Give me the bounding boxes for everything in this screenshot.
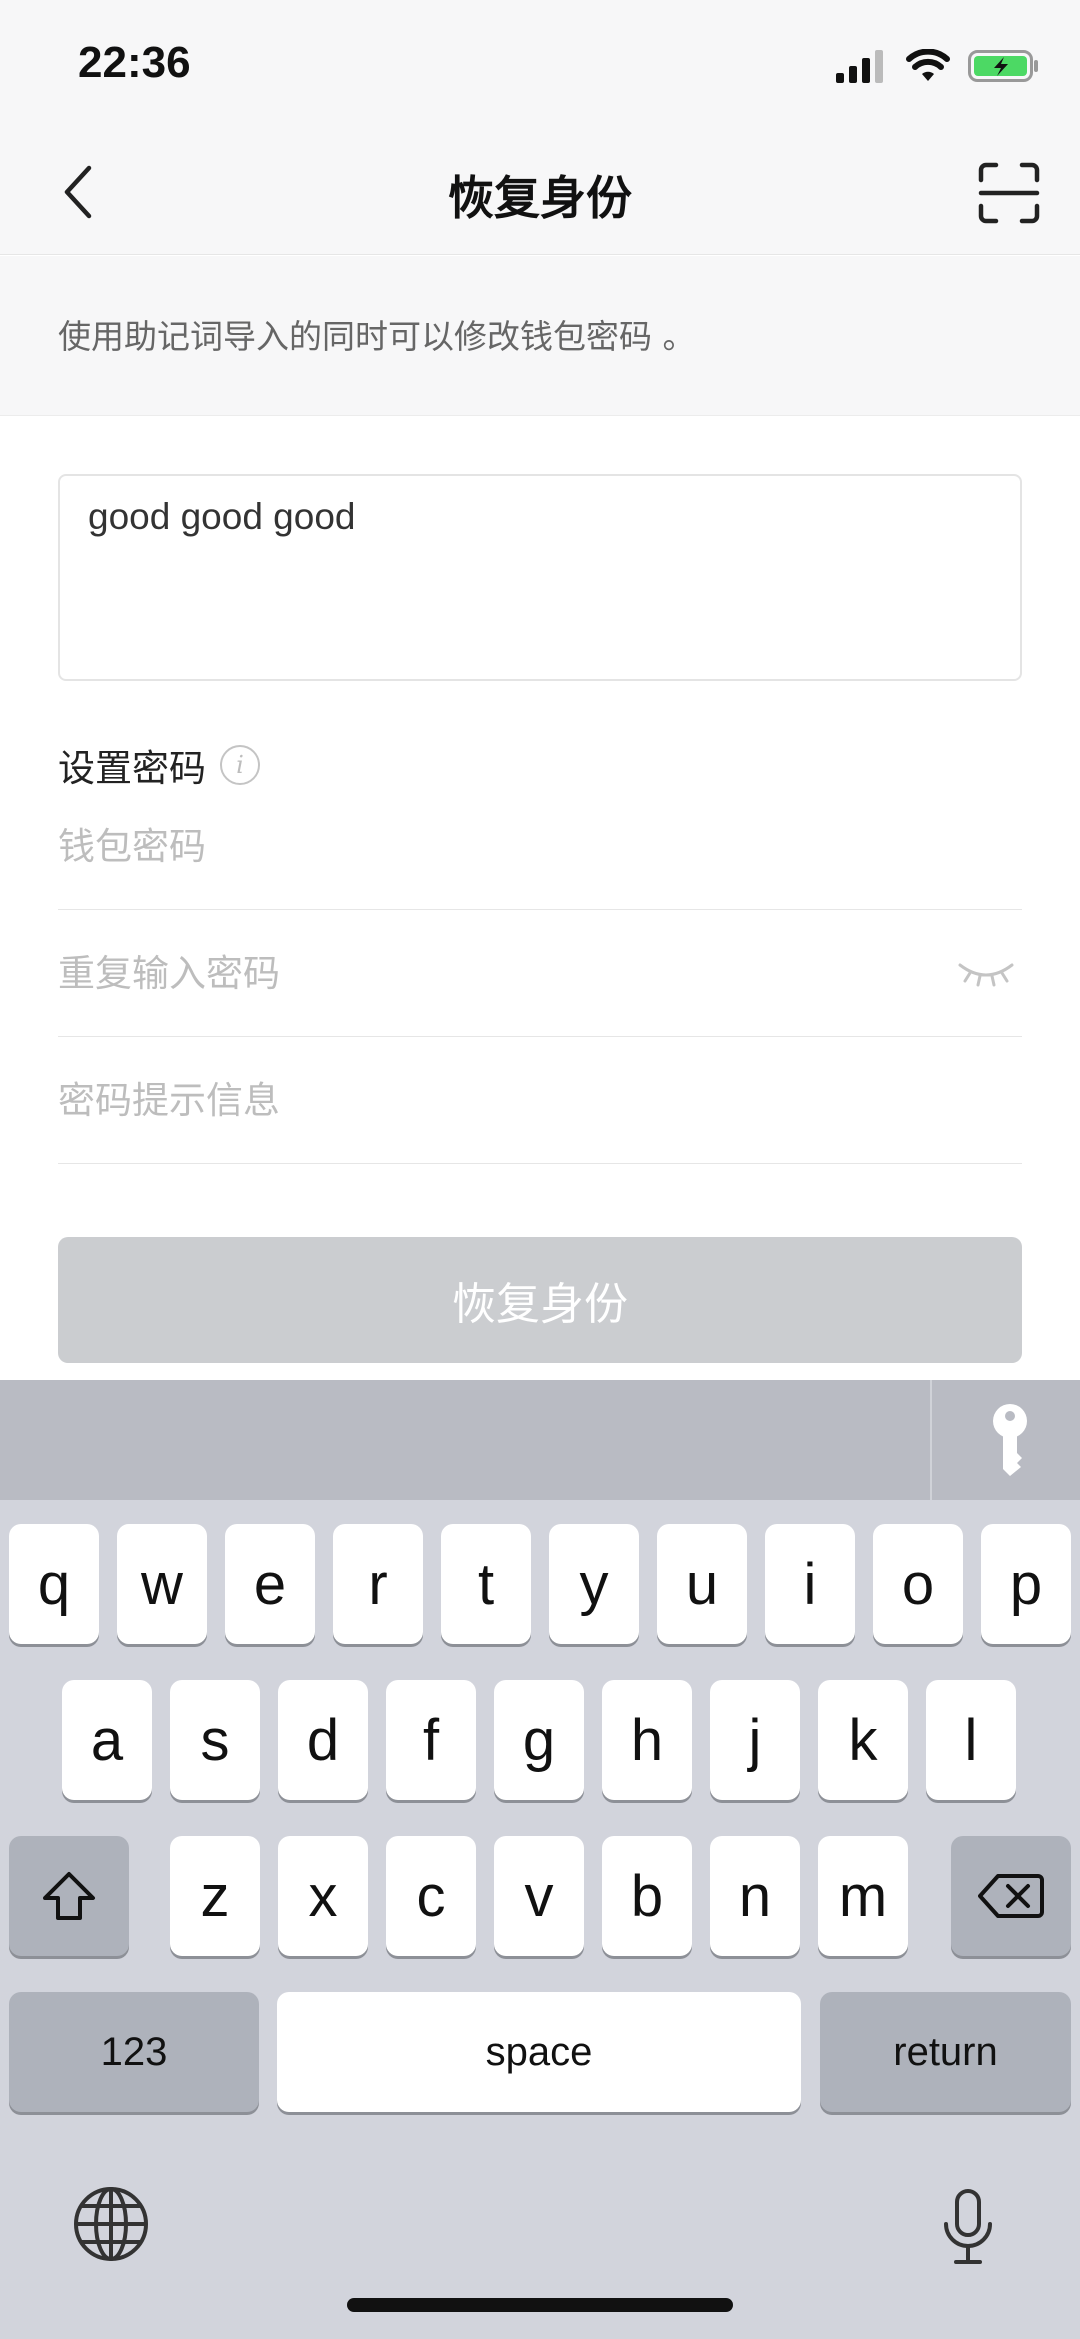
page-title: 恢复身份	[448, 171, 632, 225]
repeat-password-input[interactable]	[58, 911, 938, 1036]
key-x[interactable]: x	[278, 1836, 368, 1956]
key-h[interactable]: h	[602, 1680, 692, 1800]
key-f[interactable]: f	[386, 1680, 476, 1800]
key-q[interactable]: q	[9, 1524, 99, 1644]
mic-icon	[944, 2189, 992, 2264]
status-icons	[836, 46, 1040, 86]
wifi-icon	[906, 49, 950, 81]
key-i[interactable]: i	[765, 1524, 855, 1644]
shift-icon	[43, 1872, 95, 1920]
dictation-button[interactable]	[940, 2188, 996, 2268]
restore-identity-button[interactable]: 恢复身份	[58, 1237, 1022, 1363]
status-bar: 22:36	[0, 0, 1080, 130]
signal-icon	[836, 50, 883, 83]
key-g[interactable]: g	[494, 1680, 584, 1800]
key-e[interactable]: e	[225, 1524, 315, 1644]
password-hint-input[interactable]	[58, 1038, 938, 1163]
shift-key[interactable]	[9, 1836, 129, 1956]
home-indicator	[347, 2298, 733, 2312]
key-c[interactable]: c	[386, 1836, 476, 1956]
numbers-key[interactable]: 123	[9, 1992, 259, 2112]
key-d[interactable]: d	[278, 1680, 368, 1800]
key-a[interactable]: a	[62, 1680, 152, 1800]
accessory-divider	[930, 1380, 932, 1500]
delete-icon	[978, 1874, 1044, 1918]
key-t[interactable]: t	[441, 1524, 531, 1644]
keyboard-accessory-bar	[0, 1380, 1080, 1500]
key-n[interactable]: n	[710, 1836, 800, 1956]
password-hint-field	[58, 1038, 1022, 1164]
info-icon[interactable]: i	[220, 745, 260, 785]
key-u[interactable]: u	[657, 1524, 747, 1644]
space-key[interactable]: space	[277, 1992, 801, 2112]
key-p[interactable]: p	[981, 1524, 1071, 1644]
scan-button[interactable]	[978, 162, 1040, 224]
battery-icon	[968, 50, 1038, 82]
mnemonic-input[interactable]: good good good	[58, 474, 1022, 681]
key-z[interactable]: z	[170, 1836, 260, 1956]
key-v[interactable]: v	[494, 1836, 584, 1956]
hint-bar: 使用助记词导入的同时可以修改钱包密码 。	[0, 256, 1080, 416]
password-input[interactable]	[58, 784, 938, 909]
key-o[interactable]: o	[873, 1524, 963, 1644]
key-s[interactable]: s	[170, 1680, 260, 1800]
hint-text: 使用助记词导入的同时可以修改钱包密码 。	[58, 317, 696, 356]
eye-closed-icon[interactable]	[956, 959, 1016, 989]
status-time: 22:36	[78, 38, 191, 87]
keyboard: q w e r t y u i o p a s d f g h j k l z …	[0, 1500, 1080, 2339]
key-icon	[993, 1404, 1027, 1476]
key-r[interactable]: r	[333, 1524, 423, 1644]
password-field	[58, 784, 1022, 910]
key-b[interactable]: b	[602, 1836, 692, 1956]
password-autofill-button[interactable]	[972, 1402, 1048, 1478]
globe-icon	[74, 2187, 148, 2261]
key-w[interactable]: w	[117, 1524, 207, 1644]
globe-button[interactable]	[72, 2185, 150, 2263]
key-y[interactable]: y	[549, 1524, 639, 1644]
repeat-password-field	[58, 911, 1022, 1037]
key-l[interactable]: l	[926, 1680, 1016, 1800]
delete-key[interactable]	[951, 1836, 1071, 1956]
key-m[interactable]: m	[818, 1836, 908, 1956]
return-key[interactable]: return	[820, 1992, 1071, 2112]
nav-bar: 恢复身份	[0, 130, 1080, 255]
key-k[interactable]: k	[818, 1680, 908, 1800]
scan-icon	[978, 162, 1040, 224]
key-j[interactable]: j	[710, 1680, 800, 1800]
